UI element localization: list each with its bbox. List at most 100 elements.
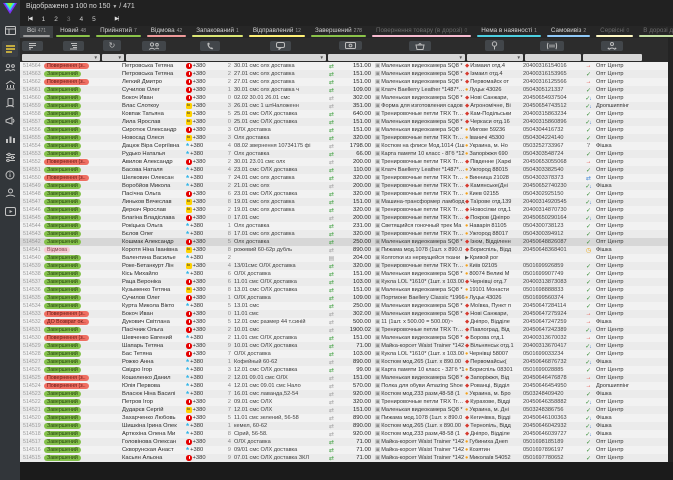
client-name[interactable]: Рудько Наталья [122, 151, 186, 157]
client-name[interactable]: Новосад Олеся [122, 135, 186, 141]
client-name[interactable]: Кісь Михайло [122, 271, 186, 277]
client-name[interactable]: Курта Микола Вікто [122, 303, 186, 309]
tracking-number[interactable]: 20400316153965 [523, 71, 581, 77]
phone-cell[interactable]: * +380 [186, 175, 220, 181]
phone-cell[interactable]: lc +380 [186, 111, 220, 117]
client-name[interactable]: Дукович Світлана [122, 319, 186, 325]
marketing-megaphone-icon[interactable] [2, 113, 18, 129]
phone-cell[interactable]: * +380 [186, 383, 220, 389]
client-name[interactable]: Басова Наталя [122, 167, 186, 173]
phone-cell[interactable]: +380 [186, 311, 220, 317]
orders-icon[interactable] [2, 41, 18, 57]
phone-cell[interactable]: +380 [186, 351, 220, 357]
tracking-number[interactable]: 0504304224140 [523, 135, 581, 141]
tab-в-дорозі-додому[interactable]: В дорозі додому0 [636, 26, 673, 38]
tracking-number[interactable]: 0501697896197 [523, 447, 581, 453]
client-name[interactable]: Бокоч Иван [122, 311, 186, 317]
client-name[interactable]: Влас Слоткоу [122, 103, 186, 109]
finance-hand-icon[interactable] [2, 185, 18, 201]
tracking-number[interactable]: 20450646454950 [523, 383, 581, 389]
client-name[interactable]: Захарченко Любовь [122, 415, 186, 421]
tracking-number[interactable]: 20450652740230 [523, 183, 581, 189]
phone-cell[interactable]: +380 [186, 343, 220, 349]
client-name[interactable]: Петровська Тетяна [122, 71, 186, 77]
tracking-number[interactable]: 20400316125566 [523, 79, 581, 85]
tracking-number[interactable]: 20450654937504 [523, 95, 581, 101]
phone-cell[interactable]: +380 [186, 455, 220, 461]
phone-cell[interactable]: +380 [186, 127, 220, 133]
tab-прийнятий[interactable]: Прийнятий 7 [93, 26, 144, 38]
client-name[interactable]: Авилов Александр [122, 159, 186, 165]
filter-payment-product[interactable]: ▼ [328, 54, 465, 61]
page-number-1[interactable]: 1 [42, 16, 46, 23]
tracking-number[interactable]: 0504303378373 [523, 175, 581, 181]
phone-cell[interactable]: * +380 [186, 231, 220, 237]
client-name[interactable]: Касьян Альона [122, 455, 186, 461]
phone-cell[interactable]: +380 [186, 79, 220, 85]
tab-відправлений[interactable]: Відправлений 12 [246, 26, 308, 38]
phone-cell[interactable]: * +380 [186, 303, 220, 309]
phone-cell[interactable]: +380 [186, 399, 220, 405]
client-name[interactable]: Раца Вероніка [122, 279, 186, 285]
phone-cell[interactable]: +380 [186, 239, 220, 245]
phone-cell[interactable]: lc +380 [186, 119, 220, 125]
tracking-number[interactable]: 20400313873083 [523, 279, 581, 285]
tracking-number[interactable]: 20450646476878 [523, 375, 581, 381]
filter-manager[interactable] [583, 54, 642, 61]
phone-cell[interactable]: * +380 [186, 271, 220, 277]
tracking-number[interactable]: 0501699560374 [523, 295, 581, 301]
tracking-number[interactable]: 20450654743512 [523, 103, 581, 109]
first-page-icon[interactable]: |◀ [28, 13, 33, 26]
client-column-icon[interactable] [142, 40, 166, 51]
phone-cell[interactable]: lc +380 [186, 103, 220, 109]
client-name[interactable]: Кузьменко Тетяна [122, 287, 186, 293]
tracking-number[interactable]: 20400313670417 [523, 343, 581, 349]
client-name[interactable]: Линьков Вячеслав [122, 199, 186, 205]
phone-cell[interactable]: * +380 [186, 223, 220, 229]
settings-sliders-icon[interactable] [2, 149, 18, 165]
phone-cell[interactable]: * +380 [186, 367, 220, 373]
phone-cell[interactable]: +380 [186, 63, 220, 69]
phone-column-icon[interactable] [200, 40, 220, 51]
contacts-icon[interactable] [2, 59, 18, 75]
client-name[interactable]: Коротя Ніна Іванівна [122, 247, 186, 253]
tracking-number[interactable]: 0501698185189 [523, 439, 581, 445]
client-name[interactable]: Деркач Ярослав [122, 207, 186, 213]
tracking-number[interactable]: 0503248386756 [523, 407, 581, 413]
tab-повернення-товару-(в-дорозі)[interactable]: Повернення товару (в дорозі) 0 [369, 26, 474, 38]
phone-cell[interactable]: +380 [186, 159, 220, 165]
client-name[interactable]: Кошеленко Данил [122, 375, 186, 381]
range-dropdown-caret-icon[interactable]: ▼ [112, 4, 117, 10]
tracking-number[interactable]: 0504302925150 [523, 191, 581, 197]
tracking-number[interactable]: 0501698888833 [523, 287, 581, 293]
company-icon[interactable] [2, 77, 18, 93]
tracking-number[interactable]: 20450646100363 [523, 415, 581, 421]
tracking-number[interactable]: 20400315863234 [523, 111, 581, 117]
phone-cell[interactable]: * +380 [186, 151, 220, 157]
phone-cell[interactable]: lc +380 [186, 135, 220, 141]
phone-cell[interactable]: * +380 [186, 391, 220, 397]
tracking-number[interactable]: 20450650290164 [523, 215, 581, 221]
phone-cell[interactable]: * +380 [186, 167, 220, 173]
client-name[interactable]: Роке-Бетанкурт Лін [122, 263, 186, 269]
client-name[interactable]: Петровська Тетяна [122, 63, 186, 69]
tracking-number[interactable]: 20450653055068 [523, 159, 581, 165]
last-page-icon[interactable]: ▶| [115, 13, 120, 26]
tracking-number[interactable]: 0503252733967 [523, 143, 581, 149]
client-name[interactable]: Воробйов Микола [122, 183, 186, 189]
client-name[interactable]: Шелковин Олексан [122, 175, 186, 181]
phone-cell[interactable]: * +380 [186, 375, 220, 381]
client-name[interactable]: Ковпак Татьяна [122, 111, 186, 117]
phone-cell[interactable]: +380 [186, 415, 220, 421]
phone-cell[interactable]: +380 [186, 439, 220, 445]
phone-cell[interactable]: +380 [186, 279, 220, 285]
client-name[interactable]: Власюк Ніна Василі [122, 391, 186, 397]
phone-cell[interactable]: +380 [186, 87, 220, 93]
client-name[interactable]: Сучилов Олег [122, 87, 186, 93]
source-column-icon[interactable]: ↻ [102, 40, 122, 51]
phone-cell[interactable]: * +380 [186, 431, 220, 437]
tracking-number[interactable]: 0504300394912 [523, 231, 581, 237]
tracking-number[interactable]: 20450647284114 [523, 303, 581, 309]
tab-новий[interactable]: Новий 48 [53, 26, 93, 38]
tracking-number[interactable]: 0501699033234 [523, 351, 581, 357]
